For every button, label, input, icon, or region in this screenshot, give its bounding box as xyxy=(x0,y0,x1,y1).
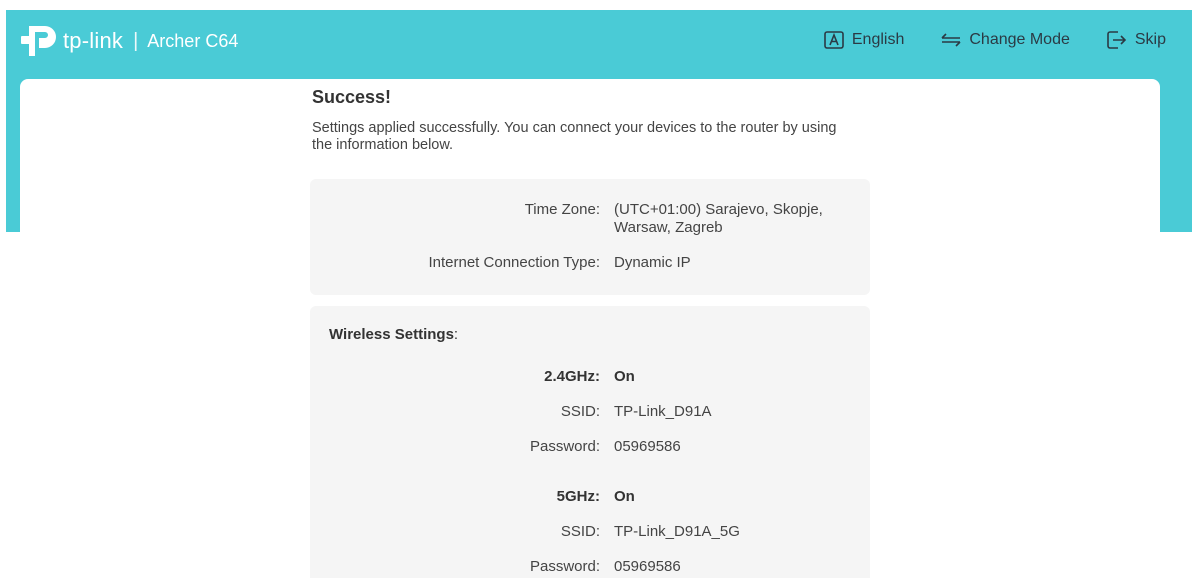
ssid-5-value: TP-Link_D91A_5G xyxy=(614,523,740,540)
tp-link-logo-icon xyxy=(20,22,58,60)
model-name: Archer C64 xyxy=(147,30,239,51)
language-label: English xyxy=(851,31,905,48)
language-button[interactable]: English xyxy=(824,31,904,49)
main-card: Success! Settings applied successfully. … xyxy=(20,79,1160,578)
time-zone-label: Time Zone: xyxy=(524,201,600,218)
wireless-settings-colon: : xyxy=(453,326,459,343)
password-5-label: Password: xyxy=(529,558,600,575)
header-separator: | xyxy=(133,29,139,52)
logo: tp-link | Archer C64 xyxy=(20,22,238,60)
ssid-24-value: TP-Link_D91A xyxy=(614,403,712,420)
time-zone-value: (UTC+01:00) Sarajevo, Skopje, Warsaw, Za… xyxy=(614,201,823,236)
general-settings-panel: Time Zone: (UTC+01:00) Sarajevo, Skopje,… xyxy=(310,179,870,295)
connection-type-value: Dynamic IP xyxy=(614,254,691,271)
password-24-label: Password: xyxy=(529,438,600,455)
change-mode-label: Change Mode xyxy=(969,31,1070,48)
top-strip xyxy=(0,0,1192,10)
success-message: Success! Settings applied successfully. … xyxy=(312,86,870,154)
brand-name: tp-link xyxy=(63,28,124,53)
ssid-5-label: SSID: xyxy=(560,523,600,540)
success-description: Settings applied successfully. You can c… xyxy=(312,120,837,153)
page-title: Success! xyxy=(312,87,392,107)
language-a-icon xyxy=(824,31,852,49)
band-24-label: 2.4GHz: xyxy=(544,368,600,385)
connection-type-label: Internet Connection Type: xyxy=(428,254,600,271)
swap-arrows-icon xyxy=(941,32,969,48)
band-5-label: 5GHz: xyxy=(556,488,600,505)
wireless-settings-panel: Wireless Settings: 2.4GHz: On SSID: TP-L… xyxy=(310,306,870,578)
wireless-settings-title: Wireless Settings xyxy=(329,326,454,343)
change-mode-button[interactable]: Change Mode xyxy=(941,31,1070,49)
band-5-status: On xyxy=(614,488,635,505)
band-24-status: On xyxy=(614,368,635,385)
exit-arrow-icon xyxy=(1107,31,1135,49)
skip-label: Skip xyxy=(1134,31,1166,48)
wireless-settings-heading: Wireless Settings: xyxy=(329,326,458,343)
password-5-value: 05969586 xyxy=(614,558,681,575)
header: tp-link | Archer C64 English Change Mode… xyxy=(6,10,1192,78)
page: tp-link | Archer C64 English Change Mode… xyxy=(0,0,1192,578)
skip-button[interactable]: Skip xyxy=(1107,31,1166,49)
ssid-24-label: SSID: xyxy=(560,403,600,420)
password-24-value: 05969586 xyxy=(614,438,681,455)
header-actions: English Change Mode Skip xyxy=(824,31,1166,49)
